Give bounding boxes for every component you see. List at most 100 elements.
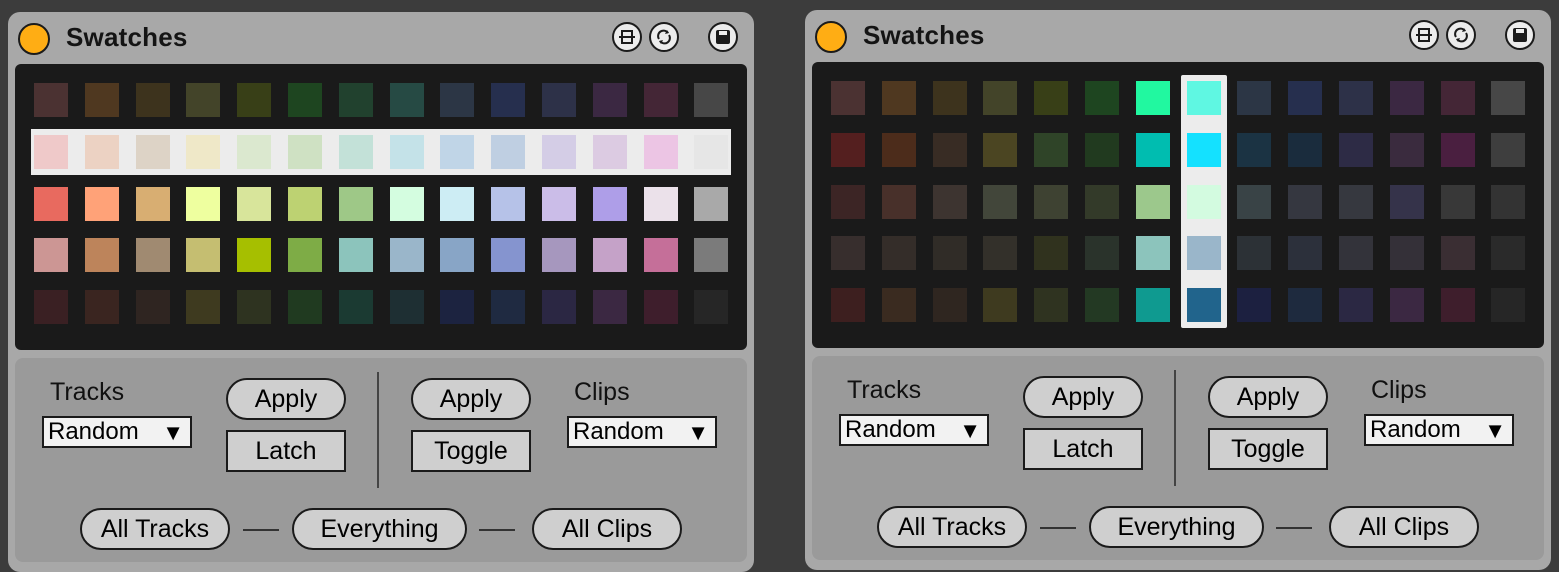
- color-swatch[interactable]: [932, 81, 967, 115]
- color-swatch[interactable]: [1440, 288, 1475, 323]
- color-swatch[interactable]: [440, 83, 475, 117]
- color-swatch[interactable]: [1237, 81, 1272, 115]
- color-swatch[interactable]: [831, 132, 865, 167]
- color-swatch[interactable]: [1186, 236, 1221, 271]
- color-swatch[interactable]: [1034, 81, 1069, 115]
- color-swatch[interactable]: [643, 134, 678, 169]
- color-swatch[interactable]: [288, 186, 322, 221]
- color-swatch[interactable]: [34, 83, 68, 117]
- color-swatch[interactable]: [237, 238, 272, 273]
- color-swatch[interactable]: [1186, 81, 1221, 115]
- color-swatch[interactable]: [1288, 236, 1323, 271]
- color-swatch[interactable]: [1491, 132, 1526, 167]
- color-swatch[interactable]: [1237, 132, 1272, 167]
- color-swatch[interactable]: [1034, 288, 1069, 323]
- color-swatch[interactable]: [1440, 132, 1475, 167]
- color-swatch[interactable]: [389, 290, 424, 325]
- color-swatch[interactable]: [237, 290, 272, 325]
- color-swatch[interactable]: [1288, 132, 1323, 167]
- color-swatch[interactable]: [288, 238, 322, 273]
- color-swatch[interactable]: [135, 186, 170, 221]
- color-swatch[interactable]: [1034, 236, 1069, 271]
- color-swatch[interactable]: [135, 134, 170, 169]
- color-swatch[interactable]: [1389, 288, 1424, 323]
- color-swatch[interactable]: [1085, 132, 1119, 167]
- color-swatch[interactable]: [1339, 132, 1373, 167]
- color-swatch[interactable]: [1440, 184, 1475, 219]
- color-swatch[interactable]: [881, 288, 916, 323]
- color-swatch[interactable]: [1389, 184, 1424, 219]
- color-swatch[interactable]: [542, 134, 576, 169]
- color-swatch[interactable]: [1186, 288, 1221, 323]
- color-swatch[interactable]: [1237, 236, 1272, 271]
- color-swatch[interactable]: [1491, 288, 1526, 323]
- color-swatch[interactable]: [440, 290, 475, 325]
- color-swatch[interactable]: [186, 238, 221, 273]
- color-swatch[interactable]: [440, 134, 475, 169]
- color-swatch[interactable]: [1034, 132, 1069, 167]
- color-swatch[interactable]: [694, 186, 729, 221]
- color-swatch[interactable]: [491, 290, 526, 325]
- color-swatch[interactable]: [592, 83, 627, 117]
- color-swatch[interactable]: [983, 132, 1018, 167]
- tracks-apply-button[interactable]: Apply: [226, 378, 346, 420]
- clips-apply-button[interactable]: Apply: [411, 378, 531, 420]
- color-swatch[interactable]: [84, 186, 119, 221]
- color-swatch[interactable]: [135, 83, 170, 117]
- color-swatch[interactable]: [1440, 81, 1475, 115]
- color-swatch[interactable]: [983, 236, 1018, 271]
- color-swatch[interactable]: [288, 290, 322, 325]
- color-swatch[interactable]: [135, 238, 170, 273]
- color-swatch[interactable]: [186, 290, 221, 325]
- color-swatch[interactable]: [983, 81, 1018, 115]
- all-clips-button[interactable]: All Clips: [1329, 506, 1479, 548]
- color-swatch[interactable]: [592, 186, 627, 221]
- color-swatch[interactable]: [440, 238, 475, 273]
- tracks-latch-button[interactable]: Latch: [1023, 428, 1143, 470]
- color-swatch[interactable]: [1135, 288, 1170, 323]
- color-swatch[interactable]: [1288, 81, 1323, 115]
- color-swatch[interactable]: [1491, 236, 1526, 271]
- color-swatch[interactable]: [983, 184, 1018, 219]
- color-swatch[interactable]: [84, 83, 119, 117]
- color-swatch[interactable]: [491, 134, 526, 169]
- color-swatch[interactable]: [542, 238, 576, 273]
- color-swatch[interactable]: [1085, 288, 1119, 323]
- color-swatch[interactable]: [1135, 184, 1170, 219]
- color-swatch[interactable]: [1339, 81, 1373, 115]
- color-swatch[interactable]: [881, 81, 916, 115]
- color-swatch[interactable]: [237, 134, 272, 169]
- all-clips-button[interactable]: All Clips: [532, 508, 682, 550]
- color-swatch[interactable]: [1237, 184, 1272, 219]
- color-swatch[interactable]: [1034, 184, 1069, 219]
- color-swatch[interactable]: [592, 238, 627, 273]
- color-swatch[interactable]: [983, 288, 1018, 323]
- color-swatch[interactable]: [338, 290, 373, 325]
- color-swatch[interactable]: [881, 184, 916, 219]
- color-swatch[interactable]: [34, 290, 68, 325]
- clips-mode-select[interactable]: Random ▼: [567, 416, 717, 448]
- everything-button[interactable]: Everything: [1089, 506, 1264, 548]
- color-swatch[interactable]: [542, 290, 576, 325]
- color-swatch[interactable]: [389, 238, 424, 273]
- color-swatch[interactable]: [1085, 184, 1119, 219]
- clips-toggle-button[interactable]: Toggle: [411, 430, 531, 472]
- resize-icon[interactable]: [612, 22, 642, 52]
- color-swatch[interactable]: [34, 134, 68, 169]
- color-swatch[interactable]: [831, 184, 865, 219]
- color-swatch[interactable]: [135, 290, 170, 325]
- color-swatch[interactable]: [1339, 236, 1373, 271]
- color-swatch[interactable]: [389, 186, 424, 221]
- color-swatch[interactable]: [1389, 132, 1424, 167]
- resize-icon[interactable]: [1409, 20, 1439, 50]
- power-button[interactable]: [815, 21, 847, 53]
- tracks-mode-select[interactable]: Random ▼: [839, 414, 989, 446]
- clips-toggle-button[interactable]: Toggle: [1208, 428, 1328, 470]
- color-swatch[interactable]: [338, 238, 373, 273]
- color-swatch[interactable]: [881, 236, 916, 271]
- color-swatch[interactable]: [932, 132, 967, 167]
- color-swatch[interactable]: [1440, 236, 1475, 271]
- color-swatch[interactable]: [1135, 236, 1170, 271]
- color-swatch[interactable]: [592, 134, 627, 169]
- all-tracks-button[interactable]: All Tracks: [877, 506, 1027, 548]
